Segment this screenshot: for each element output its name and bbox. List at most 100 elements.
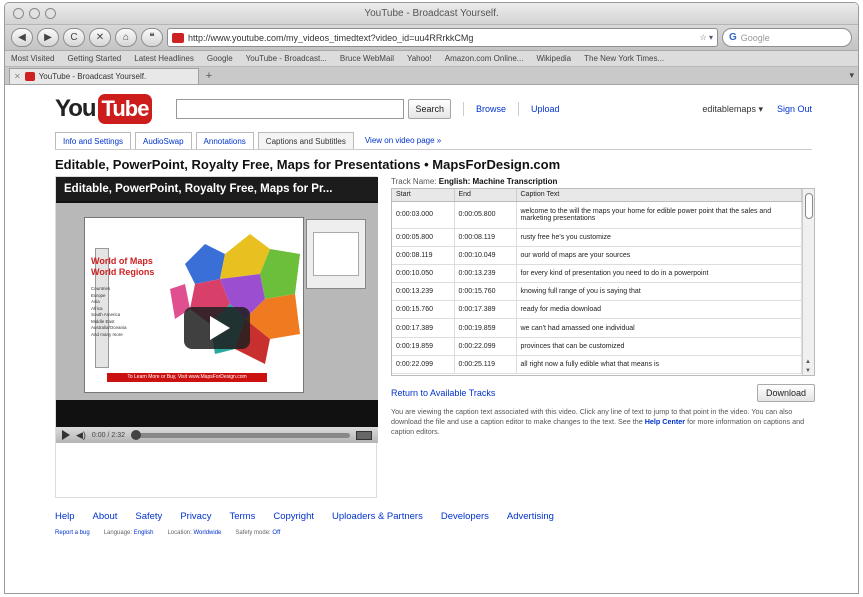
footer-link-advertising[interactable]: Advertising xyxy=(507,511,554,522)
tab-audioswap[interactable]: AudioSwap xyxy=(135,132,192,149)
browse-link[interactable]: Browse xyxy=(476,104,506,114)
volume-icon[interactable]: ◀) xyxy=(76,430,86,441)
footer-link-privacy[interactable]: Privacy xyxy=(180,511,211,522)
footer-link-help[interactable]: Help xyxy=(55,511,75,522)
caption-end: 0:00:13.239 xyxy=(454,264,517,284)
language-link[interactable]: English xyxy=(134,530,154,536)
caption-start: 0:00:22.099 xyxy=(392,355,455,375)
big-play-button[interactable] xyxy=(184,307,250,349)
caption-text: knowing full range of you is saying that xyxy=(516,282,802,302)
slide-image: World of Maps World Regions Countries Eu… xyxy=(84,217,304,393)
slide-panel-preview xyxy=(313,232,359,276)
scroll-up-icon[interactable]: ▲ xyxy=(805,359,811,365)
table-row[interactable]: 0:00:05.800 0:00:08.119 rusty free he's … xyxy=(392,228,802,247)
footer-link-safety[interactable]: Safety xyxy=(135,511,162,522)
table-row[interactable]: 0:00:08.119 0:00:10.049 our world of map… xyxy=(392,246,802,265)
footer-link-terms[interactable]: Terms xyxy=(229,511,255,522)
bookmark-item[interactable]: Yahoo! xyxy=(407,54,432,63)
caption-text: for every kind of presentation you need … xyxy=(516,264,802,284)
caption-start: 0:00:10.050 xyxy=(392,264,455,284)
bookmark-item[interactable]: Wikipedia xyxy=(536,54,571,63)
address-bar[interactable]: http://www.youtube.com/my_videos_timedte… xyxy=(167,28,718,47)
tab-favicon-icon xyxy=(24,72,35,81)
search-button[interactable]: Search xyxy=(408,99,451,119)
download-button[interactable]: Download xyxy=(756,384,815,402)
home-button[interactable]: ⌂ xyxy=(115,28,137,47)
report-bug-link[interactable]: Report a bug xyxy=(55,530,90,536)
bookmark-item[interactable]: Bruce WebMail xyxy=(340,54,394,63)
safety-mode-setting: Safety mode: Off xyxy=(235,530,280,536)
back-button[interactable]: ◀ xyxy=(11,28,33,47)
help-center-link[interactable]: Help Center xyxy=(645,417,685,426)
close-tab-icon[interactable]: ✕ xyxy=(14,72,21,81)
bookmark-item[interactable]: Amazon.com Online... xyxy=(445,54,524,63)
bookmark-item[interactable]: Most Visited xyxy=(11,54,54,63)
browser-search-field[interactable]: G Google xyxy=(722,28,852,47)
star-icon[interactable]: ☆ ▾ xyxy=(700,33,713,42)
caption-table-container: Start End Caption Text 0:00:03.000 0:00:… xyxy=(391,188,815,376)
table-row[interactable]: 0:00:22.099 0:00:25.119 all right now a … xyxy=(392,355,802,375)
fullscreen-icon[interactable] xyxy=(356,430,372,440)
footer-link-developers[interactable]: Developers xyxy=(441,511,489,522)
forward-arrow-icon: ▶ xyxy=(44,32,52,43)
player-controls: ◀) 0:00 / 2:32 xyxy=(56,427,378,443)
seek-handle[interactable] xyxy=(131,429,142,440)
video-edit-tabs: Info and Settings AudioSwap Annotations … xyxy=(55,131,812,150)
caption-start: 0:00:15.760 xyxy=(392,300,455,320)
table-row[interactable]: 0:00:17.389 0:00:19.859 we can't had ama… xyxy=(392,318,802,338)
tab-menu-icon[interactable]: ▾ xyxy=(849,70,854,81)
location-link[interactable]: Worldwide xyxy=(193,530,221,536)
browser-toolbar: ◀ ▶ C ✕ ⌂ ❝ http://www.youtube.com/my_vi… xyxy=(5,25,858,51)
bookmark-item[interactable]: Google xyxy=(207,54,233,63)
table-row[interactable]: 0:00:10.050 0:00:13.239 for every kind o… xyxy=(392,264,802,284)
tab-captions-and-subtitles[interactable]: Captions and Subtitles xyxy=(257,132,354,149)
footer-link-uploaders[interactable]: Uploaders & Partners xyxy=(332,511,423,522)
browser-tab[interactable]: ✕ YouTube - Broadcast Yourself. xyxy=(9,68,199,84)
youtube-logo[interactable]: You Tube xyxy=(55,94,153,124)
video-player[interactable]: Editable, PowerPoint, Royalty Free, Maps… xyxy=(56,177,378,443)
sign-out-link[interactable]: Sign Out xyxy=(777,104,812,114)
scroll-down-icon[interactable]: ▼ xyxy=(805,368,811,374)
search-input[interactable] xyxy=(176,99,405,119)
table-row[interactable]: 0:00:19.859 0:00:22.099 provinces that c… xyxy=(392,337,802,356)
bookmark-item[interactable]: The New York Times... xyxy=(584,54,664,63)
caption-end: 0:00:19.859 xyxy=(454,318,517,338)
browser-search-placeholder: Google xyxy=(740,32,770,43)
divider xyxy=(518,102,520,116)
slide-title-text: World of Maps World Regions xyxy=(91,256,155,277)
safety-mode-link[interactable]: Off xyxy=(272,530,280,536)
scrollbar-thumb[interactable] xyxy=(805,193,813,219)
bookmark-item[interactable]: YouTube - Broadcast... xyxy=(246,54,327,63)
bookmark-item[interactable]: Getting Started xyxy=(67,54,121,63)
slide-list-item: And many more xyxy=(91,331,123,337)
caption-info-text: You are viewing the caption text associa… xyxy=(391,407,815,437)
view-on-video-page-link[interactable]: View on video page » xyxy=(357,132,449,149)
footer-links: Help About Safety Privacy Terms Copyrigh… xyxy=(55,511,812,522)
table-row[interactable]: 0:00:13.239 0:00:15.760 knowing full ran… xyxy=(392,282,802,302)
caption-text: rusty free he's you customize xyxy=(516,228,802,247)
column-header-start: Start xyxy=(392,189,455,202)
play-control-icon[interactable] xyxy=(62,430,70,440)
table-row[interactable]: 0:00:03.000 0:00:05.800 welcome to the w… xyxy=(392,201,802,229)
seek-bar[interactable] xyxy=(131,429,350,440)
bookmark-item[interactable]: Latest Headlines xyxy=(134,54,194,63)
footer-link-about[interactable]: About xyxy=(93,511,118,522)
caption-start: 0:00:17.389 xyxy=(392,318,455,338)
new-tab-button[interactable]: + xyxy=(199,68,219,84)
tab-info-and-settings[interactable]: Info and Settings xyxy=(55,132,132,149)
caption-table-header: Start End Caption Text xyxy=(392,189,802,202)
username-menu[interactable]: editablemaps ▾ xyxy=(702,104,763,115)
caption-scrollbar[interactable]: ▲ ▼ xyxy=(802,189,814,375)
return-to-tracks-link[interactable]: Return to Available Tracks xyxy=(391,388,495,398)
reload-button[interactable]: C xyxy=(63,28,85,47)
address-url[interactable]: http://www.youtube.com/my_videos_timedte… xyxy=(188,33,696,43)
tab-annotations[interactable]: Annotations xyxy=(195,132,254,149)
table-row[interactable]: 0:00:15.760 0:00:17.389 ready for media … xyxy=(392,300,802,320)
footer-link-copyright[interactable]: Copyright xyxy=(273,511,314,522)
stop-button[interactable]: ✕ xyxy=(89,28,111,47)
bookmark-button[interactable]: ❝ xyxy=(141,28,163,47)
site-favicon-icon xyxy=(172,32,184,43)
caption-text: our world of maps are your sources xyxy=(516,246,802,265)
forward-button[interactable]: ▶ xyxy=(37,28,59,47)
upload-link[interactable]: Upload xyxy=(531,104,560,114)
